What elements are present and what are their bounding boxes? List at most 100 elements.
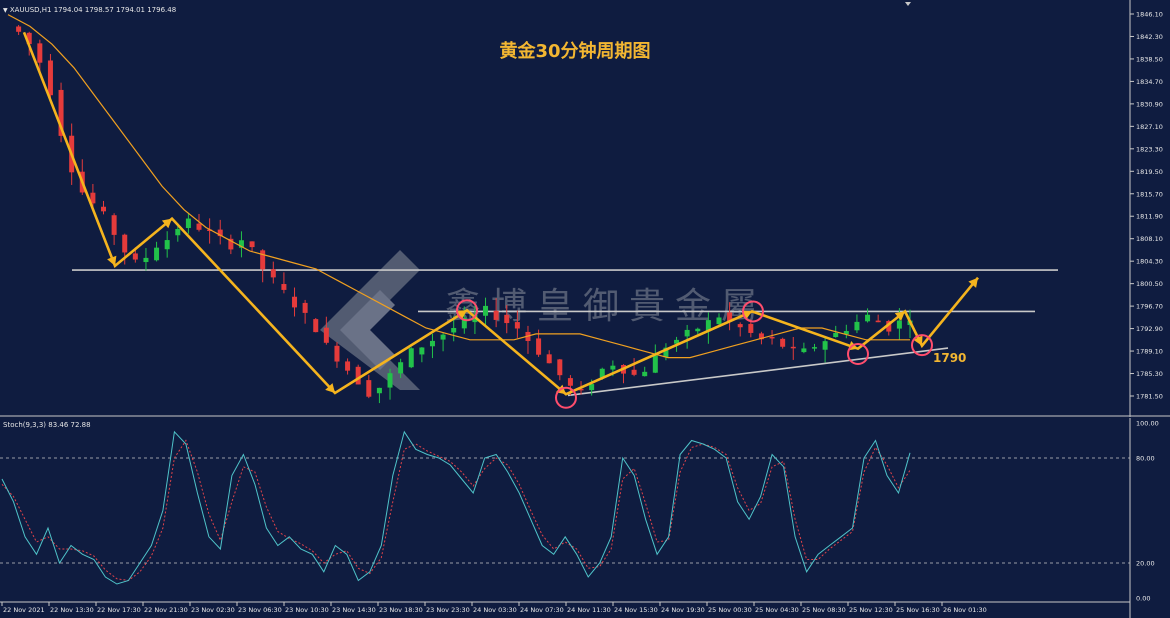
price-tick-label: 1838.50 <box>1136 55 1163 63</box>
candle-body <box>865 314 871 322</box>
candle-body <box>408 348 414 368</box>
stochastic-panel[interactable]: 100.00 80.00 20.00 0.00 22 Nov 2021 22 Nov 1… <box>0 418 1170 618</box>
candle-body <box>366 380 372 397</box>
candle-body <box>631 369 637 375</box>
price-tick-label: 1819.50 <box>1136 168 1163 176</box>
candle-body <box>896 320 902 329</box>
candle-body <box>822 341 828 350</box>
candle-body <box>504 314 510 324</box>
candle-body <box>748 323 754 333</box>
stochastic-background <box>0 418 1170 618</box>
candle-body <box>419 347 425 355</box>
time-tick-label: 23 Nov 14:30 <box>332 606 376 614</box>
candle-body <box>281 284 287 290</box>
price-tick-label: 1781.50 <box>1136 393 1163 401</box>
price-chart-panel[interactable]: 鑫博皇御貴金屬 1846.101842.301838.501834.701830… <box>0 0 1170 417</box>
symbol-ohlc-text: XAUUSD,H1 1794.04 1798.57 1794.01 1796.4… <box>9 6 177 14</box>
price-tick-label: 1796.70 <box>1136 303 1163 311</box>
time-tick-label: 22 Nov 2021 <box>3 606 45 614</box>
price-tick-label: 1846.10 <box>1136 11 1163 19</box>
candle-body <box>260 250 266 270</box>
candle-body <box>122 234 128 253</box>
chart-title: 黄金30分钟周期图 <box>499 40 650 62</box>
support-level-label: 1790 <box>933 351 966 365</box>
candle-body <box>313 319 319 333</box>
time-tick-label: 23 Nov 06:30 <box>238 606 282 614</box>
candle-body <box>833 332 839 338</box>
candle-body <box>652 355 658 373</box>
candle-body <box>302 302 308 313</box>
candle-body <box>440 334 446 340</box>
price-tick-label: 1823.30 <box>1136 145 1163 153</box>
candle-body <box>270 269 276 278</box>
dropdown-triangle-icon[interactable]: ▼ <box>3 7 8 14</box>
time-tick-label: 22 Nov 21:30 <box>144 606 188 614</box>
price-tick-label: 1785.30 <box>1136 370 1163 378</box>
candle-body <box>101 206 107 212</box>
stoch-tick-label: 20.00 <box>1136 560 1155 568</box>
candle-body <box>610 365 616 370</box>
candle-body <box>769 336 775 339</box>
candle-body <box>642 371 648 377</box>
price-tick-label: 1808.10 <box>1136 235 1163 243</box>
candle-body <box>345 361 351 371</box>
price-chart-background <box>0 0 1170 417</box>
candle-body <box>451 328 457 333</box>
candle-body <box>164 240 170 250</box>
time-tick-label: 24 Nov 19:30 <box>661 606 705 614</box>
candle-body <box>132 253 138 260</box>
candle-body <box>790 346 796 349</box>
candle-body <box>875 320 881 323</box>
candle-body <box>429 340 435 347</box>
stoch-tick-label: 80.00 <box>1136 455 1155 463</box>
candle-body <box>249 241 255 248</box>
time-tick-label: 23 Nov 10:30 <box>285 606 329 614</box>
time-tick-label: 22 Nov 13:30 <box>50 606 94 614</box>
candle-body <box>493 310 499 320</box>
candle-body <box>811 347 817 349</box>
candle-body <box>801 348 807 353</box>
candle-body <box>567 378 573 386</box>
candle-body <box>292 296 298 308</box>
candle-body <box>737 324 743 328</box>
candle-body <box>695 328 701 332</box>
candle-body <box>37 43 43 63</box>
price-tick-label: 1811.90 <box>1136 213 1163 221</box>
price-tick-label: 1804.30 <box>1136 258 1163 266</box>
time-tick-label: 24 Nov 07:30 <box>520 606 564 614</box>
candle-body <box>387 373 393 388</box>
time-tick-label: 25 Nov 04:30 <box>755 606 799 614</box>
candle-body <box>47 60 53 96</box>
chart-window: 鑫博皇御貴金屬 1846.10 1842.30 1838.50 1834.70 1830… <box>0 0 1170 618</box>
time-tick-label: 22 Nov 17:30 <box>97 606 141 614</box>
price-tick-label: 1789.10 <box>1136 348 1163 356</box>
stoch-header: Stoch(9,3,3) 83.46 72.88 <box>3 421 91 429</box>
time-tick-label: 25 Nov 08:30 <box>802 606 846 614</box>
candle-body <box>514 322 520 329</box>
candle-body <box>684 329 690 337</box>
price-tick-label: 1842.30 <box>1136 33 1163 41</box>
symbol-header: ▼ XAUUSD,H1 1794.04 1798.57 1794.01 1796… <box>3 6 176 14</box>
candle-body <box>185 218 191 229</box>
candle-body <box>536 338 542 355</box>
time-tick-label: 24 Nov 15:30 <box>614 606 658 614</box>
candle-body <box>111 215 117 235</box>
time-tick-label: 24 Nov 03:30 <box>473 606 517 614</box>
time-tick-label: 26 Nov 01:30 <box>943 606 987 614</box>
candle-body <box>398 362 404 374</box>
time-tick-label: 25 Nov 12:30 <box>849 606 893 614</box>
candle-body <box>143 257 149 263</box>
price-tick-label: 1834.70 <box>1136 78 1163 86</box>
stoch-tick-label: 100.00 <box>1136 420 1159 428</box>
candle-body <box>854 321 860 331</box>
time-tick-label: 25 Nov 00:30 <box>708 606 752 614</box>
price-tick-label: 1800.50 <box>1136 280 1163 288</box>
time-tick-label: 24 Nov 11:30 <box>567 606 611 614</box>
price-tick-label: 1830.90 <box>1136 100 1163 108</box>
candle-body <box>16 26 22 32</box>
candle-body <box>323 327 329 343</box>
price-tick-label: 1827.10 <box>1136 123 1163 131</box>
candle-body <box>780 338 786 347</box>
candle-body <box>376 387 382 394</box>
candle-body <box>355 366 361 385</box>
